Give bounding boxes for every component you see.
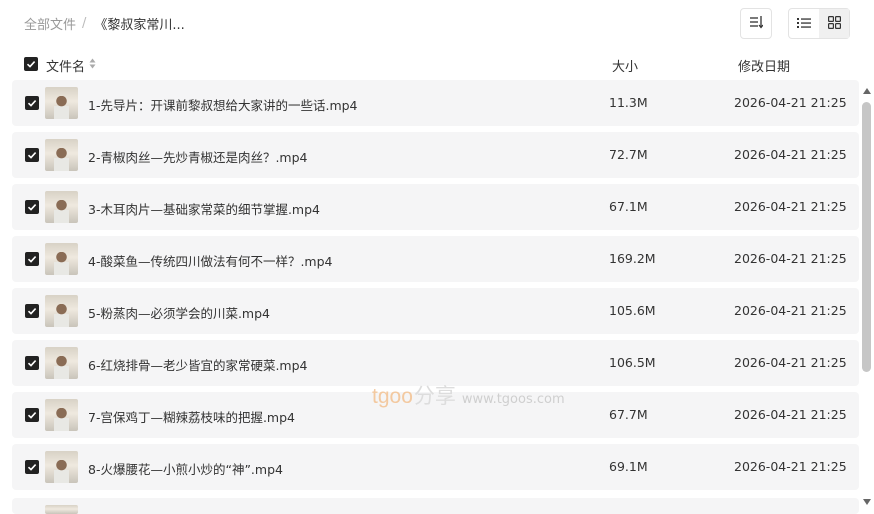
file-checkbox[interactable] <box>25 96 39 110</box>
file-row[interactable]: 8-火爆腰花—小煎小炒的“神”.mp4 69.1M 2026-04-21 21:25 <box>12 444 859 490</box>
check-icon <box>27 308 37 315</box>
file-row[interactable]: 1-先导片：开课前黎叔想给大家讲的一些话.mp4 11.3M 2026-04-21 … <box>12 80 859 126</box>
file-size: 169.2M <box>609 251 656 266</box>
file-size: 105.6M <box>609 303 656 318</box>
file-date: 2026-04-21 21:25 <box>734 303 847 318</box>
file-size: 69.1M <box>609 459 648 474</box>
scrollbar-thumb[interactable] <box>862 102 871 372</box>
file-name[interactable]: 7-宫保鸡丁—糊辣荔枝味的把握.mp4 <box>88 407 295 426</box>
file-row[interactable]: 2-青椒肉丝—先炒青椒还是肉丝？.mp4 72.7M 2026-04-21 21:2… <box>12 132 859 178</box>
file-name[interactable]: 6-红烧排骨—老少皆宜的家常硬菜.mp4 <box>88 355 308 374</box>
name-column-label: 文件名 <box>46 60 86 75</box>
file-checkbox[interactable] <box>25 252 39 266</box>
view-toggle <box>788 8 850 39</box>
video-thumbnail <box>45 87 78 119</box>
file-name[interactable]: 1-先导片：开课前黎叔想给大家讲的一些话.mp4 <box>88 95 358 114</box>
select-all-checkbox[interactable] <box>24 57 38 71</box>
file-list: 1-先导片：开课前黎叔想给大家讲的一些话.mp4 11.3M 2026-04-21 … <box>12 80 859 514</box>
top-bar: 全部文件 / 《黎叔家常川... <box>0 0 874 46</box>
file-browser: 全部文件 / 《黎叔家常川... 文件名 大小 修改日期 1-先导片：开课前黎叔… <box>0 0 874 514</box>
file-name[interactable]: 3-木耳肉片—基础家常菜的细节掌握.mp4 <box>88 199 320 218</box>
grid-view-button[interactable] <box>819 9 849 38</box>
video-thumbnail <box>45 243 78 275</box>
file-date: 2026-04-21 21:25 <box>734 459 847 474</box>
video-thumbnail <box>45 139 78 171</box>
file-size: 11.3M <box>609 95 648 110</box>
file-size: 72.7M <box>609 147 648 162</box>
file-checkbox[interactable] <box>25 408 39 422</box>
file-size: 67.7M <box>609 407 648 422</box>
breadcrumb-root[interactable]: 全部文件 <box>24 14 76 33</box>
file-date: 2026-04-21 21:25 <box>734 355 847 370</box>
size-column-header[interactable]: 大小 <box>612 56 638 75</box>
file-name[interactable]: 8-火爆腰花—小煎小炒的“神”.mp4 <box>88 459 283 478</box>
scroll-up-arrow-icon[interactable] <box>862 87 872 95</box>
file-checkbox[interactable] <box>25 304 39 318</box>
video-thumbnail <box>45 451 78 483</box>
scroll-down-arrow-icon[interactable] <box>862 498 872 506</box>
file-checkbox[interactable] <box>25 460 39 474</box>
breadcrumb-current: 《黎叔家常川... <box>94 18 185 33</box>
file-date: 2026-04-21 21:25 <box>734 199 847 214</box>
file-date: 2026-04-21 21:25 <box>734 407 847 422</box>
check-icon <box>27 412 37 419</box>
list-view-button[interactable] <box>789 9 819 38</box>
breadcrumb: 全部文件 / 《黎叔家常川... <box>24 14 185 33</box>
check-icon <box>27 152 37 159</box>
file-size: 67.1M <box>609 199 648 214</box>
list-view-icon <box>797 14 811 33</box>
file-row[interactable]: 5-粉蒸肉—必须学会的川菜.mp4 105.6M 2026-04-21 21:25 <box>12 288 859 334</box>
file-row[interactable]: 3-木耳肉片—基础家常菜的细节掌握.mp4 67.1M 2026-04-21 21:… <box>12 184 859 230</box>
file-checkbox[interactable] <box>25 200 39 214</box>
video-thumbnail <box>45 191 78 223</box>
video-thumbnail <box>45 295 78 327</box>
video-thumbnail <box>45 505 78 514</box>
check-icon <box>27 100 37 107</box>
check-icon <box>27 204 37 211</box>
breadcrumb-separator: / <box>82 16 87 31</box>
file-checkbox[interactable] <box>25 148 39 162</box>
name-column-header[interactable]: 文件名 <box>46 56 96 75</box>
video-thumbnail <box>45 347 78 379</box>
column-header: 文件名 大小 修改日期 <box>0 46 874 80</box>
grid-view-icon <box>827 14 841 33</box>
date-column-header[interactable]: 修改日期 <box>738 56 790 75</box>
file-size: 106.5M <box>609 355 656 370</box>
check-icon <box>27 464 37 471</box>
file-row[interactable]: 7-宫保鸡丁—糊辣荔枝味的把握.mp4 67.7M 2026-04-21 21:25 <box>12 392 859 438</box>
file-date: 2026-04-21 21:25 <box>734 95 847 110</box>
file-checkbox[interactable] <box>25 356 39 370</box>
file-name[interactable]: 2-青椒肉丝—先炒青椒还是肉丝？.mp4 <box>88 147 308 166</box>
file-row[interactable]: 4-酸菜鱼—传统四川做法有何不一样？.mp4 169.2M 2026-04-21 2… <box>12 236 859 282</box>
check-icon <box>26 61 36 68</box>
sort-button[interactable] <box>740 8 772 39</box>
sort-arrows-icon <box>89 58 96 73</box>
check-icon <box>27 256 37 263</box>
file-row-partial[interactable] <box>12 498 859 514</box>
file-date: 2026-04-21 21:25 <box>734 147 847 162</box>
file-row[interactable]: 6-红烧排骨—老少皆宜的家常硬菜.mp4 106.5M 2026-04-21 21:… <box>12 340 859 386</box>
sort-icon <box>749 14 764 33</box>
check-icon <box>27 360 37 367</box>
file-date: 2026-04-21 21:25 <box>734 251 847 266</box>
file-name[interactable]: 5-粉蒸肉—必须学会的川菜.mp4 <box>88 303 270 322</box>
video-thumbnail <box>45 399 78 431</box>
file-name[interactable]: 4-酸菜鱼—传统四川做法有何不一样？.mp4 <box>88 251 333 270</box>
